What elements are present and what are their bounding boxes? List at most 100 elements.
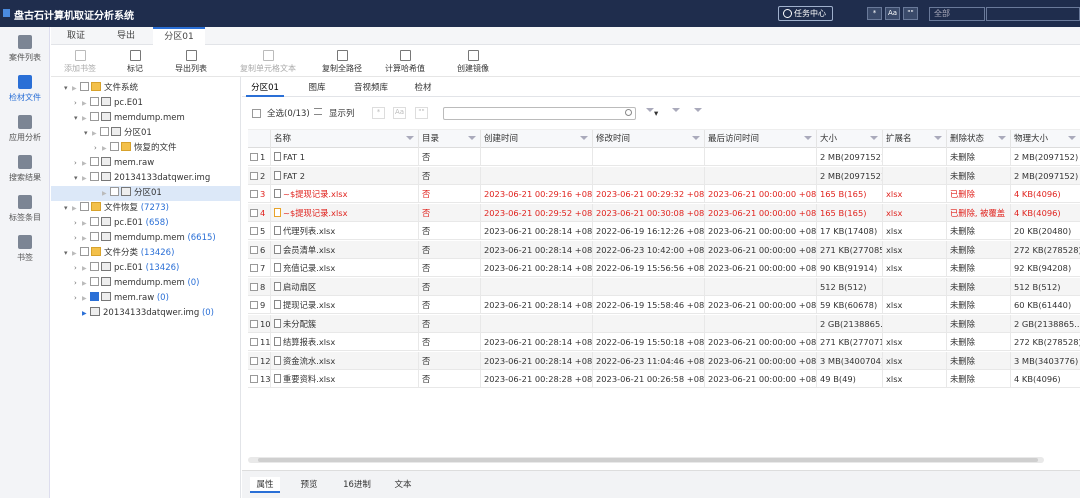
select-all-checkbox[interactable] — [252, 109, 261, 118]
column-header[interactable]: 名称 — [270, 130, 418, 149]
table-row[interactable]: 13 重要资料.xlsx 否 2023-06-21 00:28:28 +08 2023-… — [248, 370, 1080, 388]
table-row[interactable]: 3 ~$提现记录.xlsx 否 2023-06-21 00:29:16 +08 2023… — [248, 185, 1080, 203]
tree-node[interactable]: › ▶ mem.raw (0) — [74, 291, 169, 306]
export-list-button[interactable]: 导出列表 — [170, 50, 212, 74]
tab-forensics[interactable]: 取证 — [58, 27, 94, 45]
tree-checkbox[interactable] — [110, 142, 119, 151]
tree-checkbox[interactable] — [90, 277, 99, 286]
row-checkbox[interactable] — [250, 153, 258, 161]
expand-caret-icon[interactable]: › — [74, 96, 82, 111]
horizontal-scrollbar[interactable] — [248, 457, 1044, 463]
table-row[interactable]: 12 资金流水.xlsx 否 2023-06-21 00:28:14 +08 2022-… — [248, 351, 1080, 370]
add-bookmark-button[interactable]: 添加书签 — [60, 50, 100, 74]
expand-caret-icon[interactable]: ▾ — [84, 126, 92, 141]
filter-dropdown-icon[interactable]: ▾ — [646, 108, 658, 119]
table-row[interactable]: 4 ~$提现记录.xlsx 否 2023-06-21 00:29:52 +08 2023… — [248, 203, 1080, 222]
expand-caret-icon[interactable]: › — [74, 261, 82, 276]
mark-button[interactable]: 标记 — [117, 50, 153, 74]
subtab-av-library[interactable]: 音视频库 — [346, 80, 396, 97]
expand-caret-icon[interactable]: › — [74, 231, 82, 246]
expand-caret-icon[interactable]: › — [74, 216, 82, 231]
column-filter-icon[interactable] — [804, 136, 812, 144]
tree-checkbox[interactable] — [90, 217, 99, 226]
row-checkbox[interactable] — [250, 319, 258, 328]
column-header[interactable]: 修改时间 — [592, 130, 704, 149]
nav-app-analysis[interactable]: 应用分析 — [0, 111, 50, 151]
tree-node[interactable]: › ▶ 恢复的文件 — [94, 141, 177, 156]
tree-node[interactable]: ▾ ▶ memdump.mem — [74, 111, 185, 126]
tree-node[interactable]: › ▶ memdump.mem (6615) — [74, 231, 216, 246]
subtab-partition01[interactable]: 分区01 — [246, 80, 284, 97]
column-filter-icon[interactable] — [870, 136, 878, 144]
table-row[interactable]: 10 未分配簇 否 2 GB(2138865... 未删除 2 GB(2138865... — [248, 314, 1080, 333]
tree-checkbox[interactable] — [90, 292, 99, 301]
expand-caret-icon[interactable]: ▾ — [74, 111, 82, 126]
tree-checkbox[interactable] — [90, 112, 99, 121]
table-row[interactable]: 11 结算报表.xlsx 否 2023-06-21 00:28:14 +08 2022-… — [248, 333, 1080, 351]
column-header[interactable]: 目录 — [418, 130, 480, 149]
expand-caret-icon[interactable]: ▾ — [64, 201, 72, 216]
table-row[interactable]: 8 启动扇区 否 512 B(512) 未删除 512 B(512) — [248, 277, 1080, 296]
tree-checkbox[interactable] — [80, 82, 89, 91]
tree-node[interactable]: › ▶ mem.raw — [74, 156, 154, 171]
row-checkbox[interactable] — [250, 190, 258, 198]
table-row[interactable]: 7 充值记录.xlsx 否 2023-06-21 00:28:14 +08 2022-0… — [248, 259, 1080, 277]
tree-checkbox[interactable] — [90, 97, 99, 106]
case-sensitive-icon[interactable]: Aa — [885, 7, 900, 20]
tab-export[interactable]: 导出 — [108, 27, 144, 45]
compute-hash-button[interactable]: 计算哈希值 — [381, 50, 429, 74]
subtab-gallery[interactable]: 图库 — [300, 80, 334, 97]
table-row[interactable]: 6 会员清单.xlsx 否 2023-06-21 00:28:14 +08 2022-0… — [248, 240, 1080, 259]
tab-hex[interactable]: 16进制 — [337, 477, 377, 493]
row-checkbox[interactable] — [250, 375, 258, 383]
row-checkbox[interactable] — [250, 356, 258, 365]
quote-icon[interactable]: "" — [903, 7, 918, 20]
table-row[interactable]: 9 提现记录.xlsx 否 2023-06-21 00:28:14 +08 2022-0… — [248, 296, 1080, 314]
tree-node[interactable]: ▾ ▶ 分区01 — [84, 126, 152, 141]
table-row[interactable]: 1 FAT 1 否 2 MB(2097152) 未删除 2 MB(2097152) — [248, 148, 1080, 166]
tree-node[interactable]: ▾ ▶ 文件分类 (13426) — [64, 246, 174, 261]
row-checkbox[interactable] — [250, 338, 258, 346]
filter-icon[interactable] — [694, 108, 702, 119]
column-filter-icon[interactable] — [934, 136, 942, 144]
nav-tag-items[interactable]: 标签条目 — [0, 191, 50, 231]
tree-node[interactable]: › ▶ pc.E01 (658) — [74, 216, 169, 231]
row-checkbox[interactable] — [250, 208, 258, 217]
column-header[interactable]: 物理大小 — [1010, 130, 1080, 149]
tree-checkbox[interactable] — [90, 172, 99, 181]
expand-caret-icon[interactable]: ▾ — [64, 81, 72, 96]
expand-caret-icon[interactable]: › — [74, 291, 82, 306]
row-checkbox[interactable] — [250, 301, 258, 309]
row-checkbox[interactable] — [250, 171, 258, 180]
tree-checkbox[interactable] — [90, 157, 99, 166]
tree-checkbox[interactable] — [80, 202, 89, 211]
nav-bookmarks[interactable]: 书签 — [0, 231, 50, 271]
nav-case-list[interactable]: 案件列表 — [0, 31, 50, 71]
tree-checkbox[interactable] — [80, 247, 89, 256]
table-row[interactable]: 2 FAT 2 否 2 MB(2097152) 未删除 2 MB(2097152) — [248, 166, 1080, 185]
copy-cell-text-button[interactable]: 复制单元格文本 — [236, 50, 300, 74]
column-header[interactable]: 创建时间 — [480, 130, 592, 149]
tree-node[interactable]: › ▶ memdump.mem (0) — [74, 276, 200, 291]
tree-checkbox[interactable] — [90, 262, 99, 271]
expand-caret-icon[interactable]: ▾ — [74, 171, 82, 186]
row-checkbox[interactable] — [250, 227, 258, 235]
tree-node[interactable]: › ▶ pc.E01 (13426) — [74, 261, 179, 276]
tab-properties[interactable]: 属性 — [250, 477, 280, 493]
tree-node[interactable]: › ▶ pc.E01 — [74, 96, 143, 111]
row-checkbox[interactable] — [250, 282, 258, 291]
show-columns-button[interactable]: 显示列 — [329, 107, 355, 119]
column-filter-icon[interactable] — [692, 136, 700, 144]
nav-search-results[interactable]: 搜索结果 — [0, 151, 50, 191]
tree-node[interactable]: ▾ ▶ 20134133datqwer.img — [74, 171, 210, 186]
tree-node[interactable]: ▶ 20134133datqwer.img (0) — [74, 306, 214, 321]
search-scope-select[interactable]: 全部 — [929, 7, 985, 21]
tree-checkbox[interactable] — [110, 187, 119, 196]
case-filter-icon[interactable]: Aa — [393, 107, 406, 119]
column-filter-icon[interactable] — [406, 136, 414, 144]
tab-partition01[interactable]: 分区01 — [153, 27, 205, 45]
list-search-input[interactable] — [443, 107, 636, 120]
expand-caret-icon[interactable]: › — [74, 276, 82, 291]
wildcard-filter-icon[interactable]: * — [372, 107, 385, 119]
column-header[interactable]: 删除状态 — [946, 130, 1010, 149]
